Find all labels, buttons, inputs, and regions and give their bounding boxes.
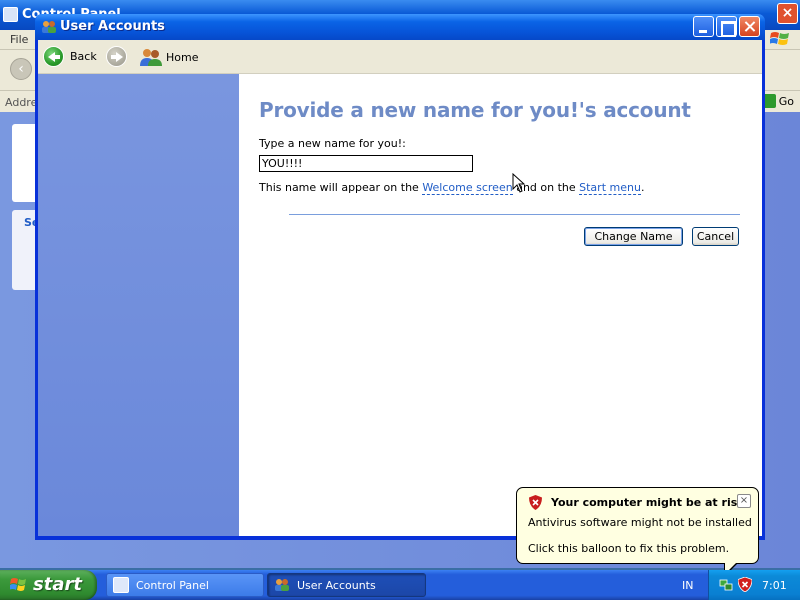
start-button[interactable]: start bbox=[0, 570, 97, 600]
users-icon bbox=[42, 21, 56, 33]
clock[interactable]: 7:01 bbox=[762, 579, 787, 592]
navigation-toolbar: Back Home bbox=[38, 40, 762, 74]
balloon-close-button[interactable]: × bbox=[737, 494, 751, 508]
mouse-cursor-icon bbox=[512, 173, 526, 193]
system-tray: 7:01 bbox=[708, 570, 800, 600]
cancel-button[interactable]: Cancel bbox=[692, 227, 739, 246]
balloon-title: Your computer might be at risk bbox=[551, 496, 745, 509]
user-accounts-titlebar[interactable]: User Accounts bbox=[35, 14, 765, 40]
close-button[interactable] bbox=[739, 16, 760, 37]
new-name-label: Type a new name for you!: bbox=[259, 137, 406, 150]
back-label: Back bbox=[70, 49, 97, 63]
info-suffix: . bbox=[640, 181, 645, 194]
windows-logo-icon bbox=[770, 32, 789, 45]
change-name-button[interactable]: Change Name bbox=[584, 227, 683, 246]
users-icon bbox=[275, 579, 289, 591]
menu-file[interactable]: File bbox=[10, 33, 28, 46]
new-name-input[interactable] bbox=[259, 155, 473, 172]
back-button[interactable]: Back bbox=[43, 44, 97, 68]
home-label: Home bbox=[166, 50, 199, 64]
balloon-message: Antivirus software might not be installe… bbox=[528, 516, 752, 529]
go-button[interactable]: Go bbox=[761, 94, 794, 108]
network-icon[interactable] bbox=[719, 578, 733, 592]
main-content: Provide a new name for you!'s account Ty… bbox=[239, 74, 762, 536]
window-title: User Accounts bbox=[60, 19, 165, 34]
page-title: Provide a new name for you!'s account bbox=[259, 98, 691, 122]
info-prefix: This name will appear on the bbox=[259, 181, 423, 194]
users-home-icon bbox=[140, 49, 162, 66]
divider bbox=[289, 214, 740, 215]
start-menu-link[interactable]: Start menu bbox=[579, 181, 641, 195]
forward-arrow-icon bbox=[106, 45, 127, 67]
control-panel-icon bbox=[3, 7, 18, 22]
control-panel-icon bbox=[113, 577, 129, 593]
taskbar-item-label: User Accounts bbox=[297, 578, 376, 592]
forward-button[interactable] bbox=[106, 44, 127, 68]
security-shield-icon bbox=[529, 495, 542, 510]
taskbar-item-label: Control Panel bbox=[136, 578, 209, 592]
user-accounts-window: User Accounts Back Home Provide a new na… bbox=[35, 14, 765, 540]
language-indicator[interactable]: IN bbox=[682, 579, 693, 592]
welcome-screen-link[interactable]: Welcome screen bbox=[422, 181, 513, 195]
taskbar: start Control Panel User Accounts IN 7:0… bbox=[0, 570, 800, 600]
windows-logo-icon bbox=[10, 578, 26, 591]
balloon-instruction: Click this balloon to fix this problem. bbox=[528, 542, 730, 555]
control-panel-back-icon[interactable]: ‹ bbox=[10, 58, 32, 80]
name-info-text: This name will appear on the Welcome scr… bbox=[259, 181, 645, 195]
maximize-button[interactable] bbox=[716, 16, 737, 37]
go-label: Go bbox=[778, 95, 794, 108]
taskbar-item-user-accounts[interactable]: User Accounts bbox=[267, 573, 426, 597]
left-task-pane bbox=[38, 74, 239, 536]
start-label: start bbox=[33, 574, 82, 595]
back-arrow-icon bbox=[43, 45, 64, 67]
taskbar-item-control-panel[interactable]: Control Panel bbox=[106, 573, 264, 597]
control-panel-close-button[interactable]: × bbox=[777, 3, 798, 24]
security-balloon[interactable]: Your computer might be at risk × Antivir… bbox=[516, 487, 759, 564]
security-alert-icon[interactable] bbox=[738, 577, 752, 592]
minimize-button[interactable] bbox=[693, 16, 714, 37]
home-button[interactable]: Home bbox=[139, 46, 198, 68]
